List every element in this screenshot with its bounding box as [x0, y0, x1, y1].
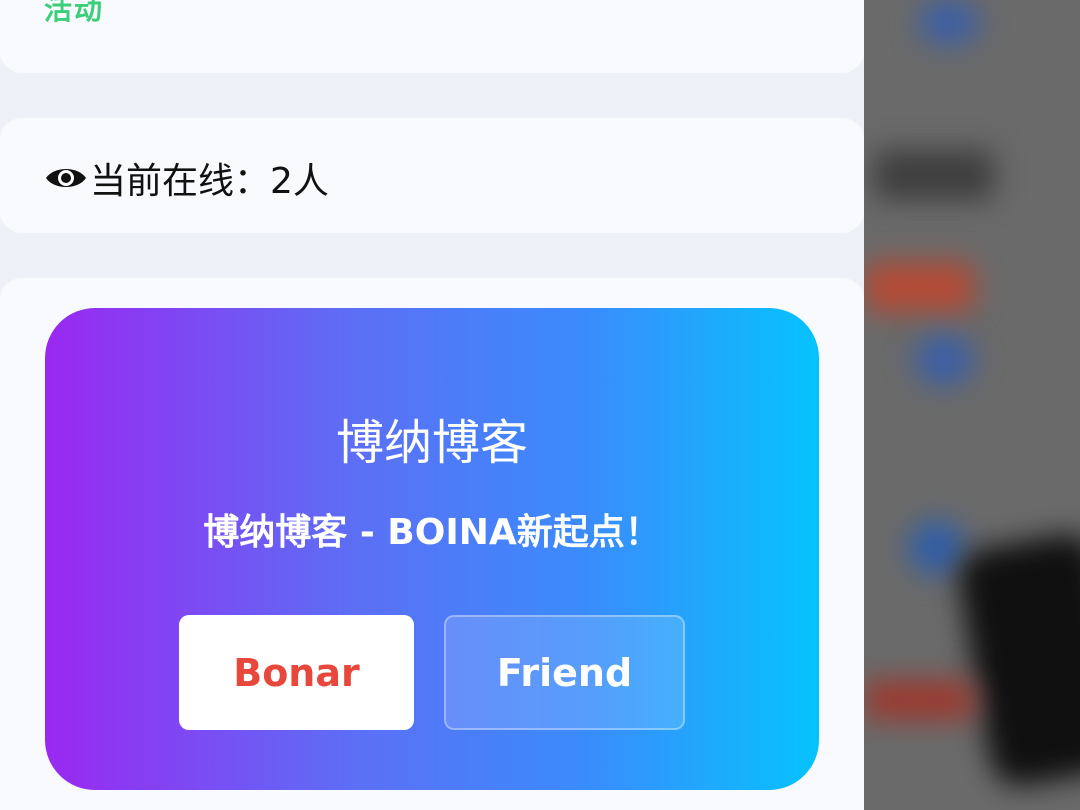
top-card-partial-text: 活动: [44, 0, 105, 26]
promo-banner: 博纳博客 博纳博客 - BOINA新起点！ Bonar Friend: [45, 308, 819, 790]
ad-card: 博纳博客 博纳博客 - BOINA新起点！ Bonar Friend: [0, 278, 864, 810]
bonar-button[interactable]: Bonar: [179, 615, 414, 730]
top-card: 活动: [0, 0, 864, 73]
banner-title: 博纳博客: [335, 415, 528, 471]
online-count-card: 当前在线：2人: [0, 118, 864, 233]
banner-subtitle: 博纳博客 - BOINA新起点！: [203, 512, 661, 553]
blurred-link-icon: [919, 0, 979, 45]
eye-icon: [46, 169, 86, 187]
friend-button[interactable]: Friend: [444, 615, 685, 730]
blurred-text-block: [874, 150, 994, 200]
online-count-label: 当前在线：2人: [90, 161, 329, 202]
sidebar-panel: 活动 当前在线：2人 博纳博客 博纳博客 - BOINA新起点！ Bonar F…: [0, 0, 864, 810]
blurred-blue-dot: [909, 520, 964, 575]
online-count: 当前在线：2人: [44, 156, 329, 202]
blurred-dark-shape: [954, 529, 1080, 791]
blurred-red-shape: [864, 680, 974, 720]
dimmed-background-page[interactable]: [864, 0, 1080, 810]
blurred-red-badge: [864, 262, 974, 312]
blurred-link-icon-2: [914, 335, 974, 385]
